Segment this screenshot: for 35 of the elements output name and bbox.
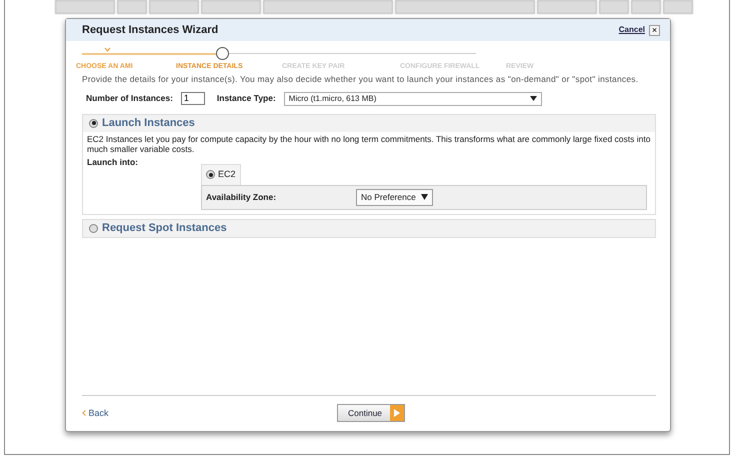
zone-dropdown[interactable]: No Preference <box>356 188 433 206</box>
section-title: Launch Instances <box>102 116 195 131</box>
radio-button[interactable] <box>89 224 98 233</box>
background-tab[interactable] <box>631 0 661 14</box>
radio-button[interactable] <box>89 118 98 128</box>
cancel-link[interactable]: Cancel <box>618 24 645 36</box>
launch-option-tab[interactable]: EC2 <box>201 164 241 185</box>
continue-button[interactable]: Continue <box>337 404 406 422</box>
section-title: Request Spot Instances <box>102 220 227 236</box>
background-tab[interactable] <box>599 0 629 14</box>
description-text: EC2 Instances let you pay for compute capacity by the hour with no long term commitments. This transforms what are commonly large fixed costs into much smaller variable costs. <box>86 132 652 156</box>
back-link[interactable]: Back <box>82 406 109 420</box>
section-header[interactable]: Launch Instances <box>83 114 655 132</box>
field-label: Instance Type: <box>216 92 276 106</box>
close-button[interactable]: × <box>649 24 660 36</box>
instance-type-dropdown[interactable]: Micro (t1.micro, 613 MB) <box>284 92 542 106</box>
background-tab[interactable] <box>55 0 115 14</box>
radio-button[interactable] <box>206 170 215 180</box>
field-label: Number of Instances: <box>86 92 173 106</box>
background-tab[interactable] <box>395 0 535 14</box>
dialog-title: Request Instances Wizard <box>82 22 218 38</box>
background-tab[interactable] <box>263 0 393 14</box>
instance-count-field[interactable]: 1 <box>180 92 205 106</box>
field-label: Launch into: <box>87 156 139 170</box>
option-label: EC2 <box>218 168 236 182</box>
background-tab[interactable] <box>537 0 597 14</box>
chevron-icon <box>82 408 86 418</box>
background-tab[interactable] <box>663 0 693 14</box>
field-label: Availability Zone: <box>206 190 278 204</box>
background-tab[interactable] <box>117 0 147 14</box>
background-tab[interactable] <box>149 0 199 14</box>
background-tab[interactable] <box>201 0 261 14</box>
section-header[interactable]: Request Spot Instances <box>83 220 655 237</box>
caret-icon <box>530 96 537 102</box>
intro-text: Provide the details for your instance(s). You may also decide whether you want to launch your instances as "on-demand" or "spot" instances. <box>82 73 640 86</box>
